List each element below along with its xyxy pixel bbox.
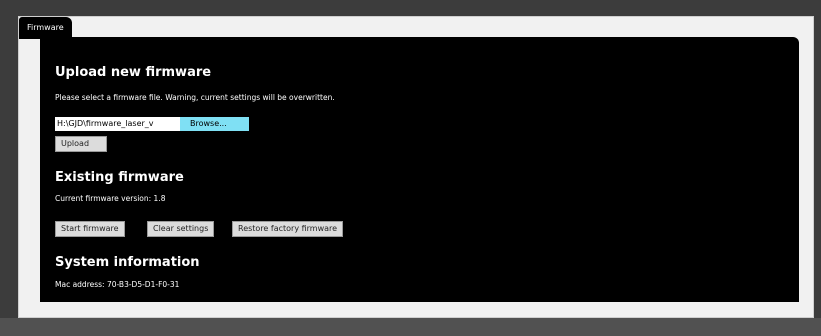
firmware-content: Upload new firmware Please select a firm… (40, 37, 799, 302)
upload-description: Please select a firmware file. Warning, … (55, 93, 335, 102)
restore-factory-firmware-button[interactable]: Restore factory firmware (232, 221, 344, 237)
existing-heading: Existing firmware (55, 170, 184, 185)
mac-address-text: Mac address: 70-B3-D5-D1-F0-31 (55, 280, 180, 289)
upload-button[interactable]: Upload (55, 136, 107, 152)
browse-button[interactable]: Browse... (180, 117, 249, 131)
system-heading: System information (55, 255, 200, 270)
firmware-version-text: Current firmware version: 1.8 (55, 194, 166, 203)
clear-settings-button[interactable]: Clear settings (147, 221, 215, 237)
file-path-input[interactable]: H:\GJD\firmware_laser_v (55, 117, 180, 131)
tab-firmware[interactable]: Firmware (19, 17, 72, 39)
upload-heading: Upload new firmware (55, 65, 212, 80)
file-picker: H:\GJD\firmware_laser_v Browse... (55, 117, 249, 131)
start-firmware-button[interactable]: Start firmware (55, 221, 125, 237)
